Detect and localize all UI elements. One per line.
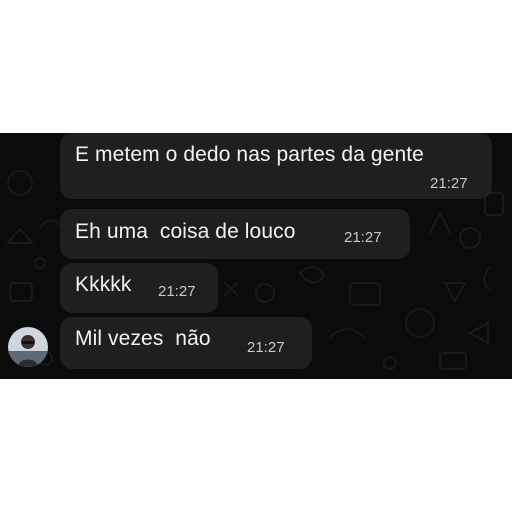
message-timestamp: 21:27	[344, 229, 382, 246]
message-bubble: Kkkkk 21:27	[60, 263, 218, 313]
message-bubble: Eh uma coisa de louco 21:27	[60, 209, 410, 259]
message-timestamp: 21:27	[158, 283, 196, 300]
message-bubble: E metem o dedo nas partes da gente 21:27	[60, 133, 492, 199]
message-timestamp: 21:27	[430, 175, 468, 192]
message-text: Eh uma coisa de louco	[75, 220, 296, 243]
message-bubble: Mil vezes não 21:27	[60, 317, 312, 369]
message-text: E metem o dedo nas partes da gente	[75, 143, 424, 166]
message-timestamp: 21:27	[247, 339, 285, 356]
message-text: Mil vezes não	[75, 327, 211, 350]
chat-area: E metem o dedo nas partes da gente 21:27…	[0, 133, 512, 379]
sender-avatar-icon[interactable]	[8, 327, 48, 367]
message-text: Kkkkk	[75, 273, 132, 296]
